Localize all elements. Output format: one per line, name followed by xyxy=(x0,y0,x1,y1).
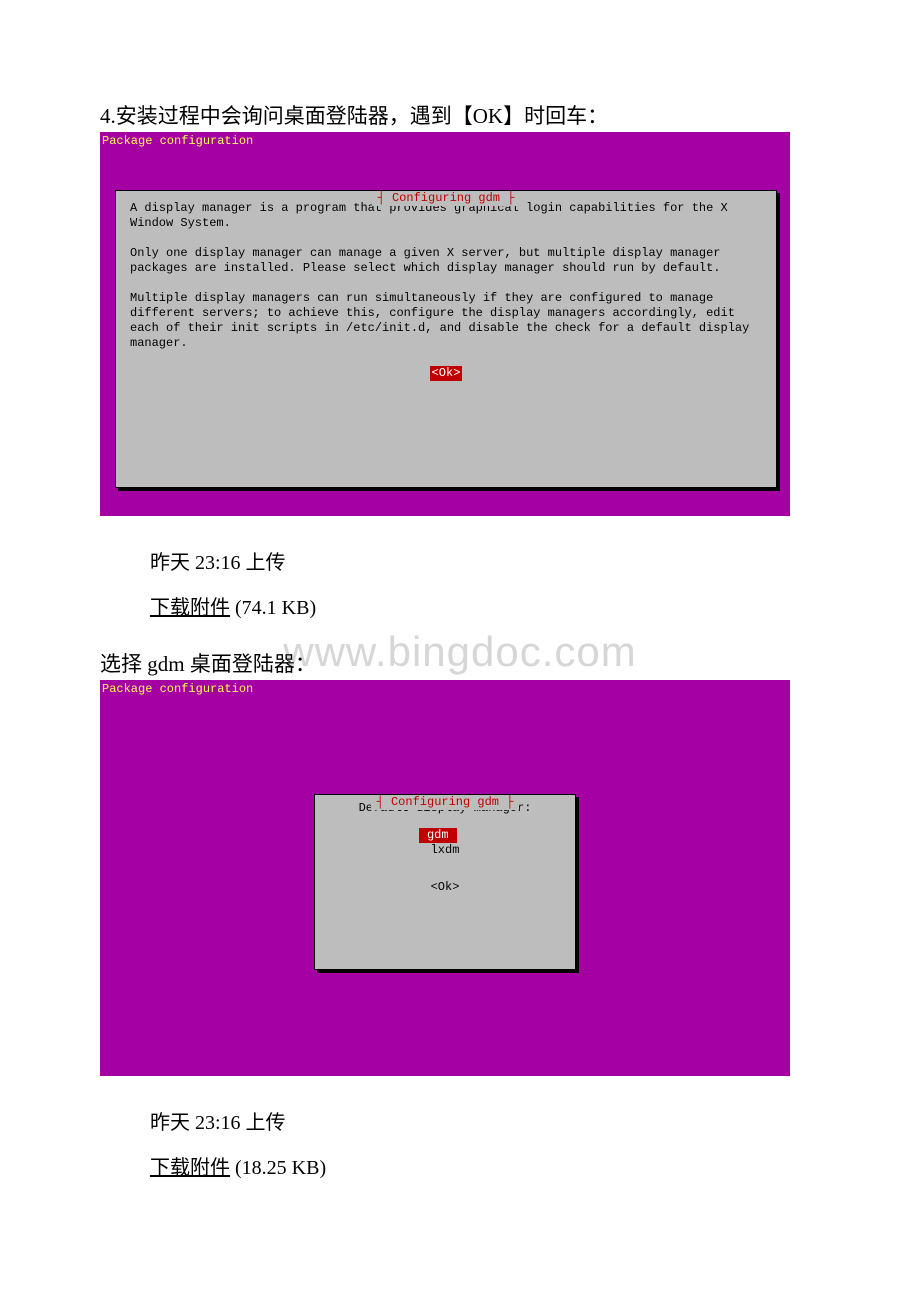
upload-time-2: 昨天 23:16 上传 xyxy=(150,1106,820,1135)
attachment-meta-2: 昨天 23:16 上传 下载附件 (18.25 KB) xyxy=(100,1106,820,1180)
option-gdm[interactable]: gdm xyxy=(419,828,457,843)
dialog-paragraph-2: Only one display manager can manage a gi… xyxy=(130,246,762,276)
dialog-body: A display manager is a program that prov… xyxy=(126,191,766,381)
config-dialog: ┤ Configuring gdm ├ A display manager is… xyxy=(115,190,777,488)
option-lxdm[interactable]: lxdm xyxy=(423,843,468,858)
dialog-paragraph-3: Multiple display managers can run simult… xyxy=(130,291,762,351)
dm-option-list: gdm lxdm xyxy=(319,828,571,858)
select-gdm-heading: 选择 gdm 桌面登陆器： xyxy=(100,648,820,678)
download-link-1[interactable]: 下载附件 xyxy=(150,597,230,619)
dialog-title: ┤ Configuring gdm ├ xyxy=(372,191,521,206)
step-heading: 4.安装过程中会询问桌面登陆器，遇到【OK】时回车： xyxy=(100,100,820,130)
download-size-1: (74.1 KB) xyxy=(230,597,316,619)
ok-button[interactable]: <Ok> xyxy=(430,366,463,381)
package-config-label-2: Package configuration xyxy=(100,680,790,697)
package-config-label: Package configuration xyxy=(100,132,790,149)
download-link-2[interactable]: 下载附件 xyxy=(150,1157,230,1179)
ok-button-2[interactable]: <Ok> xyxy=(429,880,462,894)
upload-time-1: 昨天 23:16 上传 xyxy=(150,546,820,575)
terminal-screenshot-1: Package configuration ┤ Configuring gdm … xyxy=(100,132,790,516)
select-dialog: ┤ Configuring gdm ├ Default display mana… xyxy=(314,794,576,970)
attachment-meta-1: 昨天 23:16 上传 下载附件 (74.1 KB) xyxy=(100,546,820,620)
terminal-screenshot-2: Package configuration ┤ Configuring gdm … xyxy=(100,680,790,1076)
dialog-title-2: ┤ Configuring gdm ├ xyxy=(371,795,520,810)
download-size-2: (18.25 KB) xyxy=(230,1157,326,1179)
